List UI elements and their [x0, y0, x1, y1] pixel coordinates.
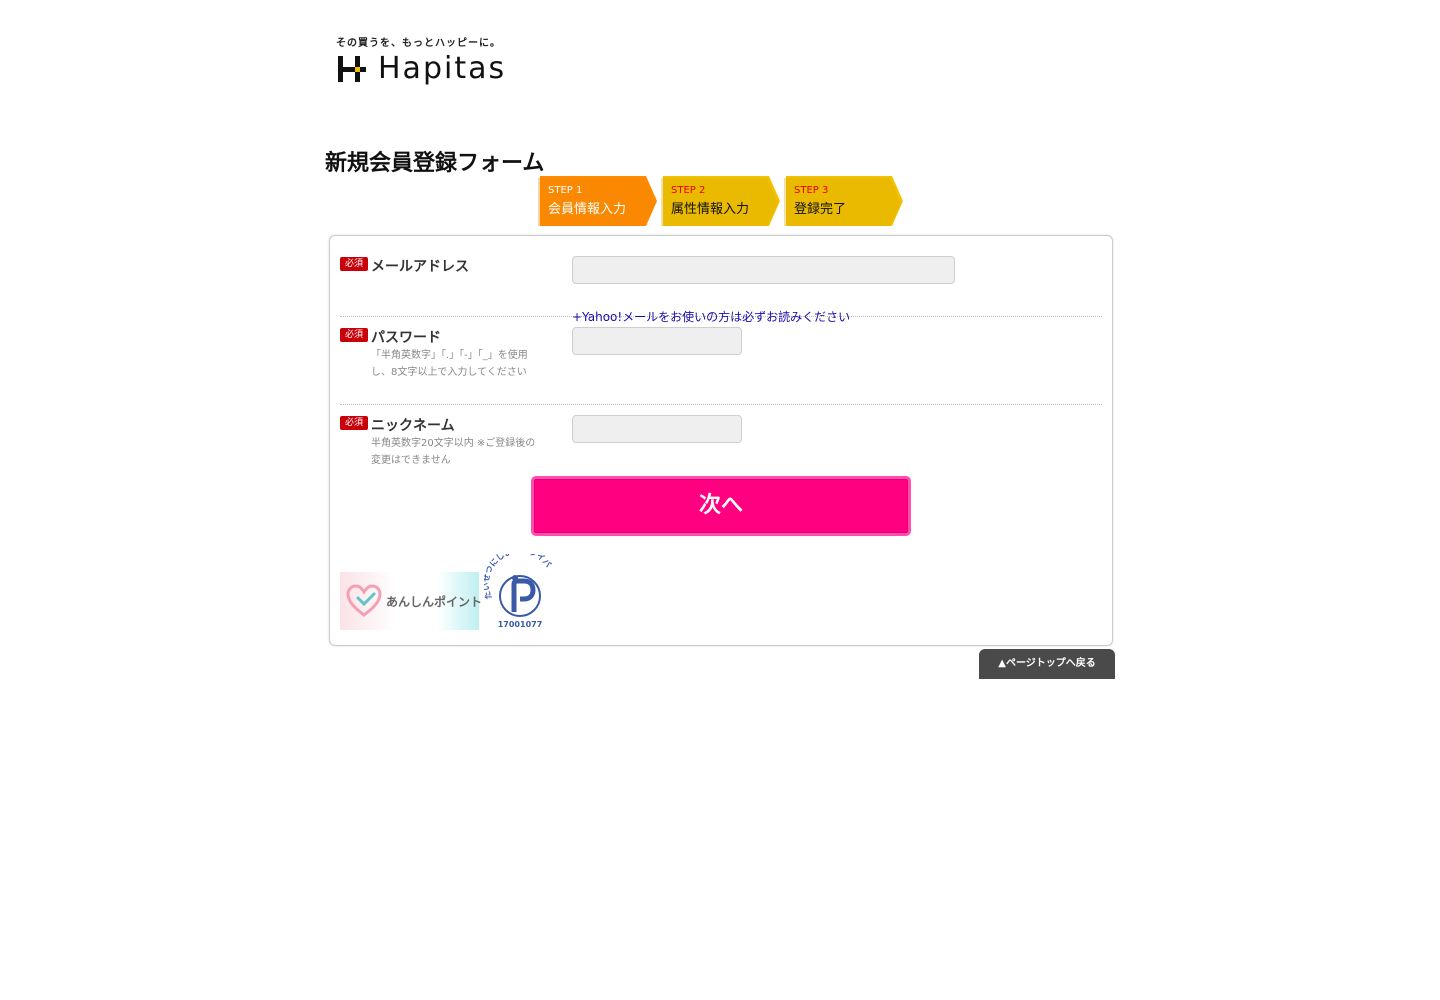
step-1: STEP 1 会員情報入力	[538, 176, 658, 226]
required-badge: 必須	[340, 328, 368, 342]
password-row: 必須 パスワード 「半角英数字」「.」「-」「_」を使用し、8文字以上で入力して…	[340, 327, 1102, 405]
anshin-point-text: あんしんポイント	[386, 595, 483, 609]
required-badge: 必須	[340, 416, 368, 430]
logo-tagline: その買うを、もっとハッピーに。	[336, 38, 501, 49]
privacy-mark-arc-text: たいせつにしますプライバシー	[480, 545, 553, 601]
step-3-label: STEP 3	[794, 185, 829, 196]
password-label: パスワード	[371, 330, 441, 346]
email-input[interactable]	[572, 256, 955, 284]
yahoo-mail-link[interactable]: +Yahoo!メールをお使いの方は必ずお読みください	[572, 308, 850, 325]
privacy-mark-badge[interactable]: たいせつにしますプライバシー 17001077	[480, 545, 556, 632]
privacy-mark-number: 17001077	[497, 620, 543, 629]
svg-text:たいせつにしますプライバシー: たいせつにしますプライバシー	[484, 554, 553, 601]
step-1-name: 会員情報入力	[548, 202, 627, 217]
step-1-label: STEP 1	[548, 185, 583, 196]
step-3: STEP 3 登録完了	[784, 176, 904, 226]
anshin-point-badge[interactable]: あんしんポイント	[340, 572, 483, 630]
nickname-label: ニックネーム	[371, 418, 455, 434]
nickname-hint: 半角英数字20文字以内 ※ご登録後の変更はできません	[371, 438, 536, 466]
step-2: STEP 2 属性情報入力	[661, 176, 781, 226]
email-row: 必須 メールアドレス +Yahoo!メールをお使いの方は必ずお読みください	[340, 256, 1102, 324]
next-button[interactable]: 次へ	[531, 476, 911, 536]
nickname-row: 必須 ニックネーム 半角英数字20文字以内 ※ご登録後の変更はできません	[340, 415, 1102, 470]
page-title: 新規会員登録フォーム	[325, 151, 545, 176]
registration-form: 必須 メールアドレス +Yahoo!メールをお使いの方は必ずお読みください 必須…	[329, 235, 1113, 646]
password-input[interactable]	[572, 327, 742, 355]
page-top-button[interactable]: ▲ページトップへ戻る	[979, 649, 1115, 679]
password-hint: 「半角英数字」「.」「-」「_」を使用し、8文字以上で入力してください	[371, 350, 528, 378]
step-2-label: STEP 2	[671, 185, 706, 196]
logo-row: Hapitas	[336, 54, 506, 84]
email-label: メールアドレス	[371, 259, 469, 275]
heart-icon	[346, 584, 382, 617]
privacy-mark-icon: たいせつにしますプライバシー	[480, 545, 553, 617]
step-3-name: 登録完了	[794, 202, 847, 217]
nickname-input[interactable]	[572, 415, 742, 443]
required-badge: 必須	[340, 257, 368, 271]
step-2-name: 属性情報入力	[671, 202, 750, 217]
logo-wordmark: Hapitas	[378, 51, 507, 86]
hapitas-logo[interactable]: その買うを、もっとハッピーに。 Hapitas	[336, 34, 526, 90]
hapitas-mark-icon	[338, 56, 366, 82]
